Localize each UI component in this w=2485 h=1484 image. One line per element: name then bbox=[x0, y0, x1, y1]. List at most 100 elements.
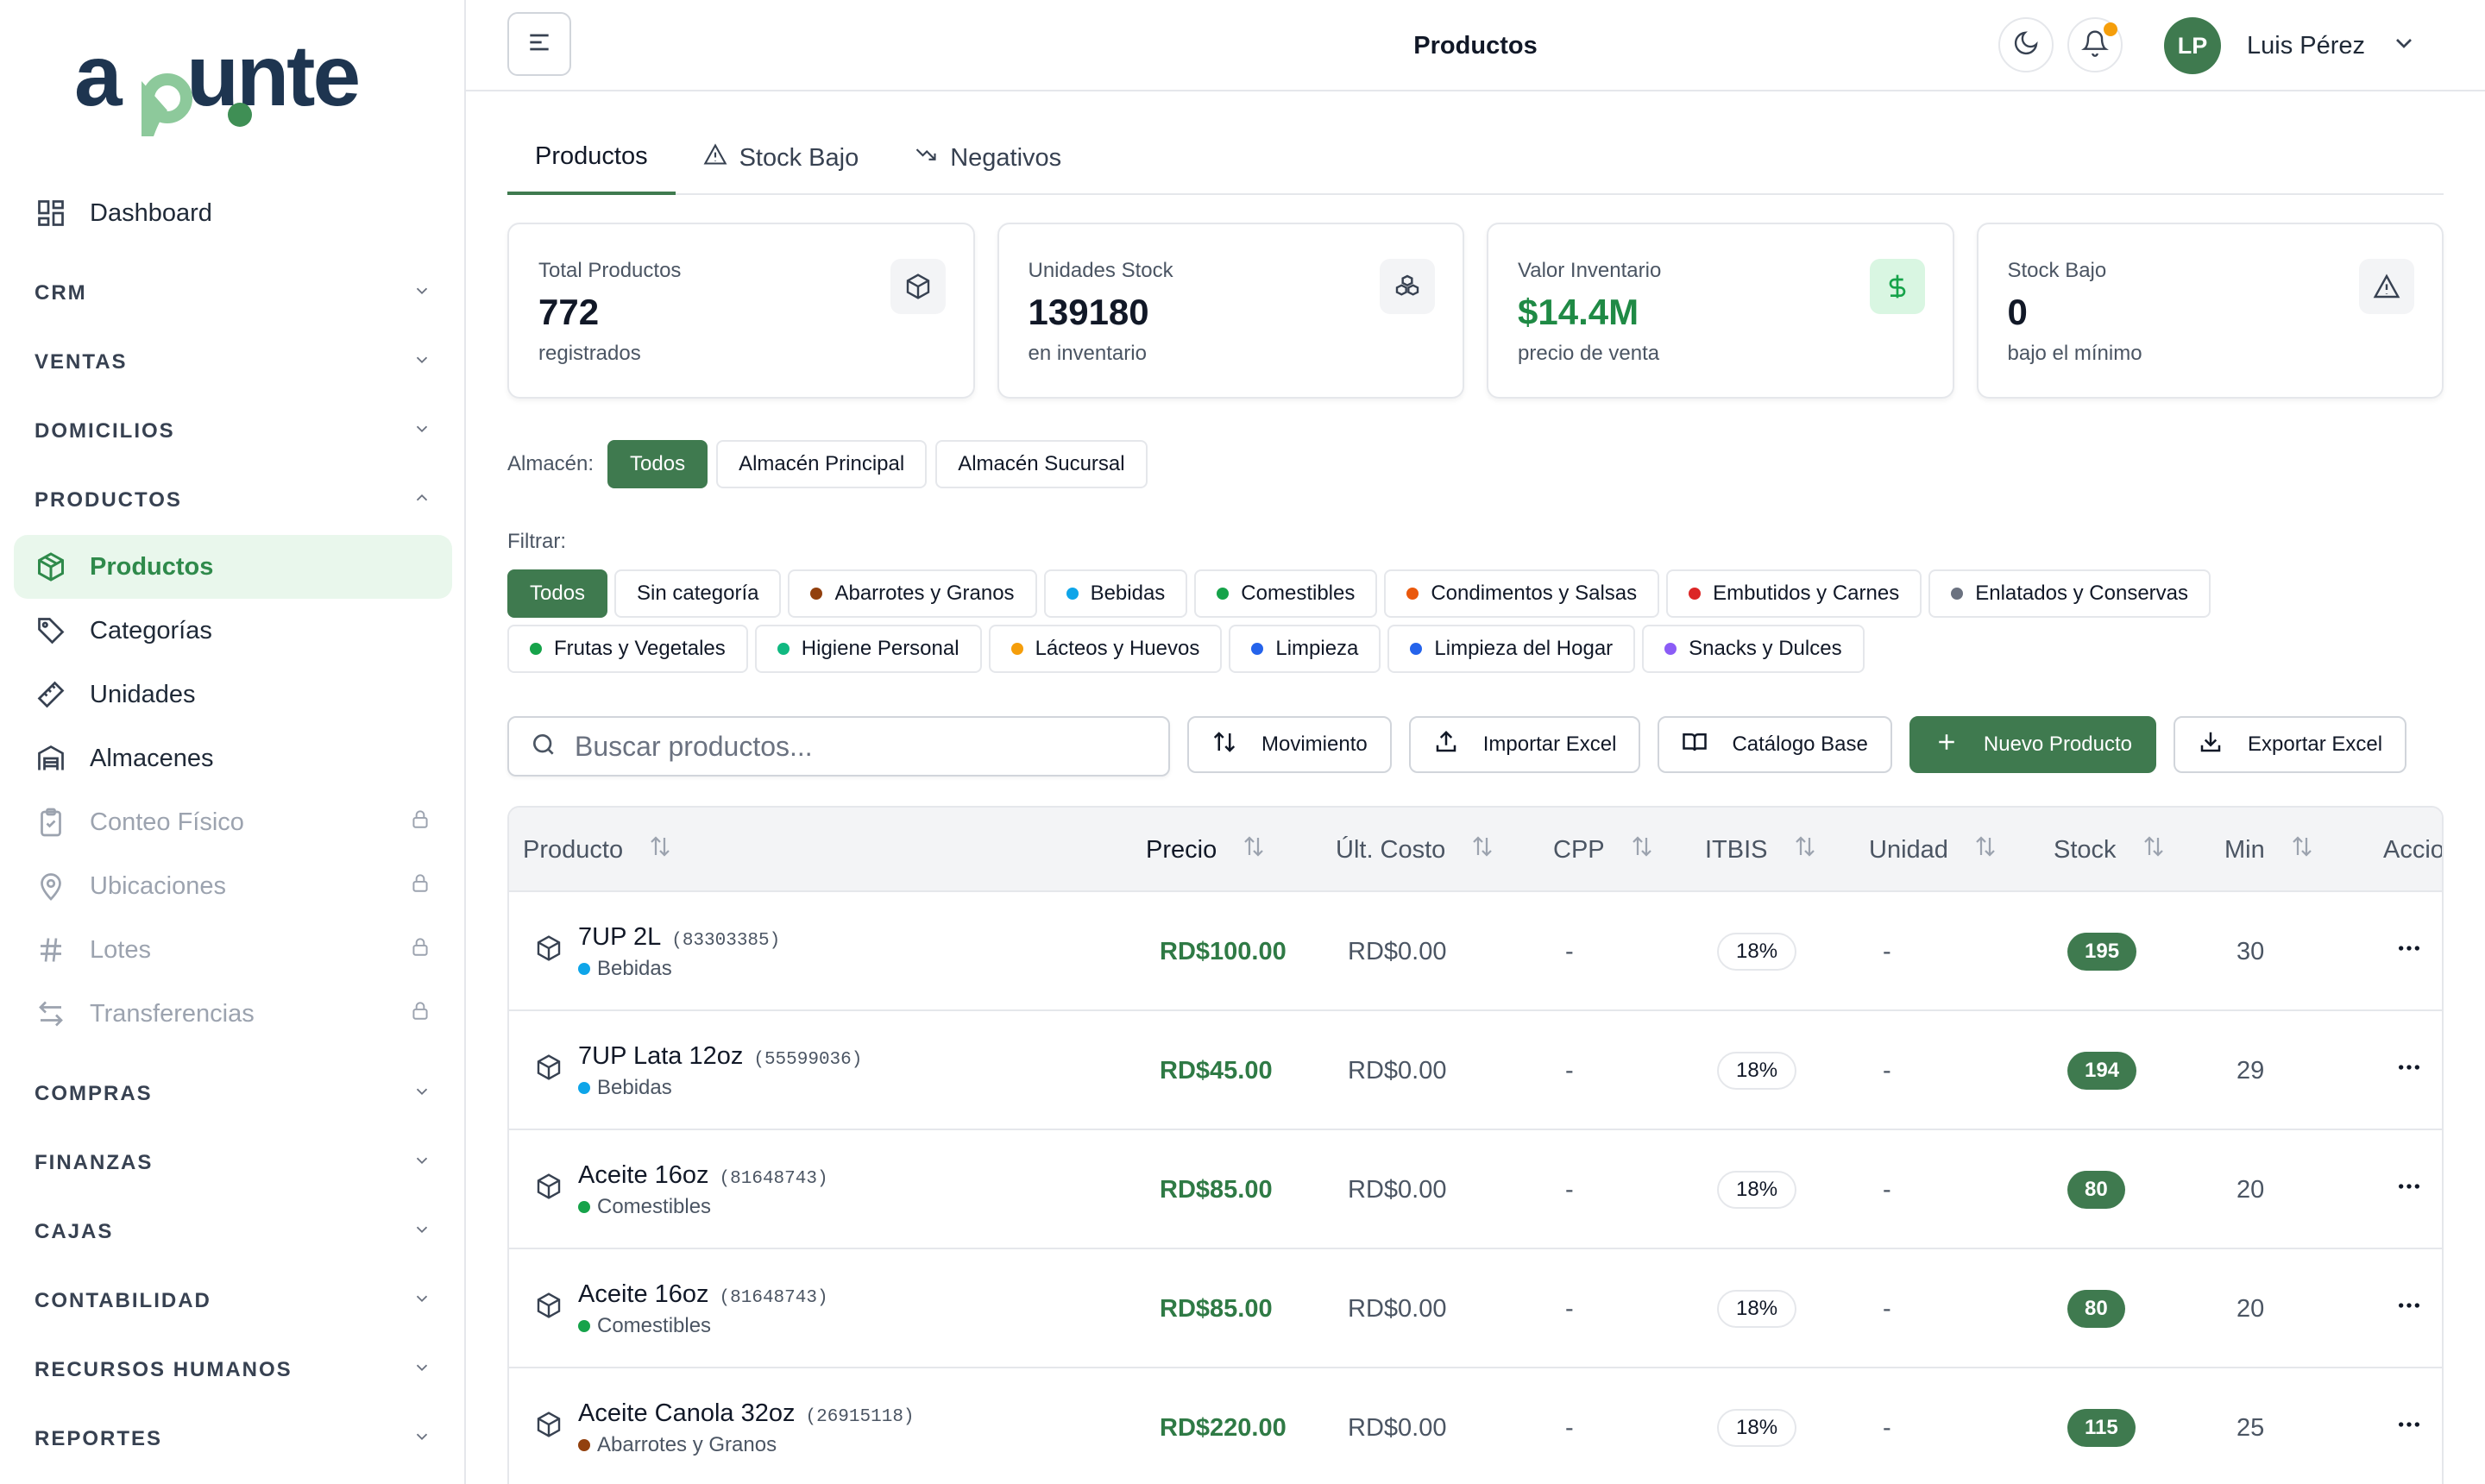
more-actions-button[interactable] bbox=[2395, 1011, 2423, 1130]
section-crm[interactable]: CRM bbox=[14, 259, 452, 328]
category-chip[interactable]: Lácteos y Huevos bbox=[988, 625, 1223, 673]
product-name[interactable]: Aceite 16oz bbox=[578, 1161, 709, 1189]
more-actions-button[interactable] bbox=[2395, 892, 2423, 1011]
column-header-cpp[interactable]: CPP bbox=[1553, 808, 1655, 892]
section-productos[interactable]: PRODUCTOS bbox=[14, 466, 452, 535]
column-header-producto[interactable]: Producto bbox=[523, 808, 673, 892]
category-chip[interactable]: Limpieza bbox=[1229, 625, 1381, 673]
search-input[interactable] bbox=[573, 729, 1091, 764]
stat-value: 139180 bbox=[1028, 292, 1149, 332]
box-icon bbox=[535, 1173, 563, 1207]
sidebar-item-productos[interactable]: Productos bbox=[14, 535, 452, 599]
section-label: CONTABILIDAD bbox=[35, 1289, 211, 1312]
warehouse-option-sucursal[interactable]: Almacén Sucursal bbox=[935, 440, 1148, 488]
section-label: CAJAS bbox=[35, 1220, 114, 1243]
chevron-down-icon[interactable] bbox=[2390, 29, 2418, 61]
product-name[interactable]: Aceite Canola 32oz bbox=[578, 1399, 796, 1427]
stat-value: 0 bbox=[2007, 292, 2028, 332]
section-contabilidad[interactable]: CONTABILIDAD bbox=[14, 1267, 452, 1336]
category-dot bbox=[578, 962, 590, 975]
category-chip[interactable]: Snacks y Dulces bbox=[1642, 625, 1865, 673]
category-dot bbox=[1251, 643, 1264, 655]
category-chip[interactable]: Higiene Personal bbox=[754, 625, 982, 673]
chevron-down-icon bbox=[412, 350, 431, 375]
nuevo-producto-button[interactable]: Nuevo Producto bbox=[1909, 716, 2156, 773]
category-chip[interactable]: Bebidas bbox=[1043, 569, 1188, 618]
column-header-stock[interactable]: Stock bbox=[2054, 808, 2167, 892]
cpp-cell: - bbox=[1565, 937, 1574, 965]
section-finanzas[interactable]: FINANZAS bbox=[14, 1129, 452, 1198]
section-ventas[interactable]: VENTAS bbox=[14, 328, 452, 397]
category-chip[interactable]: Limpieza del Hogar bbox=[1387, 625, 1636, 673]
product-name[interactable]: Aceite 16oz bbox=[578, 1280, 709, 1308]
sidebar-item-dashboard[interactable]: Dashboard bbox=[14, 181, 452, 245]
sidebar-item-almacenes[interactable]: Almacenes bbox=[14, 726, 452, 790]
category-chip[interactable]: Enlatados y Conservas bbox=[1928, 569, 2211, 618]
sidebar-item-label: Conteo Físico bbox=[90, 808, 244, 836]
product-category: Comestibles bbox=[578, 1195, 711, 1219]
exportar-excel-button[interactable]: Exportar Excel bbox=[2174, 716, 2407, 773]
product-category: Abarrotes y Granos bbox=[578, 1433, 777, 1457]
min-cell: 30 bbox=[2236, 937, 2265, 965]
notifications-button[interactable] bbox=[2067, 17, 2123, 72]
product-name[interactable]: 7UP 2L bbox=[578, 923, 661, 951]
importar-excel-button[interactable]: Importar Excel bbox=[1408, 716, 1641, 773]
section-cajas[interactable]: CAJAS bbox=[14, 1198, 452, 1267]
category-dot bbox=[1689, 588, 1702, 600]
more-actions-button[interactable] bbox=[2395, 1368, 2423, 1484]
notification-dot bbox=[2104, 22, 2117, 36]
column-header-unidad[interactable]: Unidad bbox=[1869, 808, 1998, 892]
column-header-min[interactable]: Min bbox=[2224, 808, 2315, 892]
sort-icon bbox=[1629, 833, 1655, 866]
category-chip[interactable]: Embutidos y Carnes bbox=[1666, 569, 1922, 618]
sort-icon bbox=[1469, 833, 1495, 866]
tab-label: Negativos bbox=[950, 143, 1062, 172]
catalogo-base-button[interactable]: Catálogo Base bbox=[1658, 716, 1892, 773]
warehouse-option-principal[interactable]: Almacén Principal bbox=[716, 440, 928, 488]
section-recursos-humanos[interactable]: RECURSOS HUMANOS bbox=[14, 1336, 452, 1405]
category-chip[interactable]: Frutas y Vegetales bbox=[507, 625, 748, 673]
user-name[interactable]: Luis Pérez bbox=[2247, 0, 2365, 91]
section-reportes[interactable]: REPORTES bbox=[14, 1405, 452, 1474]
itbis-badge: 18% bbox=[1717, 1052, 1797, 1090]
product-name[interactable]: 7UP Lata 12oz bbox=[578, 1042, 743, 1070]
product-icon-cell bbox=[535, 1011, 563, 1130]
sidebar-item-unidades[interactable]: Unidades bbox=[14, 663, 452, 726]
more-actions-button[interactable] bbox=[2395, 1249, 2423, 1368]
sidebar-item-ubicaciones[interactable]: Ubicaciones bbox=[14, 854, 452, 918]
table-row[interactable]: Aceite 16oz (81648743) Comestibles RD$85.… bbox=[509, 1249, 2442, 1368]
category-chip[interactable]: Abarrotes y Granos bbox=[788, 569, 1037, 618]
warehouse-option-todos[interactable]: Todos bbox=[607, 440, 708, 488]
section-compras[interactable]: COMPRAS bbox=[14, 1060, 452, 1129]
sidebar-item-conteo-fisico[interactable]: Conteo Físico bbox=[14, 790, 452, 854]
stat-sub: precio de venta bbox=[1518, 342, 1660, 365]
category-chip-label: Limpieza del Hogar bbox=[1434, 637, 1614, 660]
category-chip[interactable]: Comestibles bbox=[1194, 569, 1378, 618]
column-header-itbis[interactable]: ITBIS bbox=[1705, 808, 1818, 892]
lock-icon bbox=[409, 999, 431, 1028]
sidebar-item-transferencias[interactable]: Transferencias bbox=[14, 982, 452, 1046]
theme-toggle-button[interactable] bbox=[1998, 17, 2054, 72]
table-row[interactable]: Aceite Canola 32oz (26915118) Abarrotes y… bbox=[509, 1368, 2442, 1484]
category-chip-todos[interactable]: Todos bbox=[507, 569, 608, 618]
app-logo[interactable]: a unte bbox=[74, 28, 393, 147]
tab-stock-bajo[interactable]: Stock Bajo bbox=[676, 121, 887, 195]
sidebar-item-categorias[interactable]: Categorías bbox=[14, 599, 452, 663]
movimiento-button[interactable]: Movimiento bbox=[1187, 716, 1392, 773]
tab-negativos[interactable]: Negativos bbox=[886, 121, 1089, 195]
more-actions-button[interactable] bbox=[2395, 1130, 2423, 1249]
section-domicilios[interactable]: DOMICILIOS bbox=[14, 397, 452, 466]
column-header-precio[interactable]: Precio bbox=[1146, 808, 1267, 892]
column-header-ult-costo[interactable]: Últ. Costo bbox=[1336, 808, 1495, 892]
table-row[interactable]: 7UP 2L (83303385) Bebidas RD$100.00 RD$0.… bbox=[509, 892, 2442, 1011]
chevron-down-icon bbox=[412, 1082, 431, 1107]
unit-cell: - bbox=[1883, 1413, 1891, 1442]
price-cell: RD$85.00 bbox=[1160, 1294, 1273, 1323]
category-chip[interactable]: Condimentos y Salsas bbox=[1384, 569, 1660, 618]
tab-productos[interactable]: Productos bbox=[507, 121, 676, 195]
table-row[interactable]: Aceite 16oz (81648743) Comestibles RD$85.… bbox=[509, 1130, 2442, 1249]
sidebar-item-lotes[interactable]: Lotes bbox=[14, 918, 452, 982]
table-row[interactable]: 7UP Lata 12oz (55599036) Bebidas RD$45.00… bbox=[509, 1011, 2442, 1130]
category-chip-sin-categoria[interactable]: Sin categoría bbox=[614, 569, 782, 618]
avatar[interactable]: LP bbox=[2164, 17, 2221, 74]
